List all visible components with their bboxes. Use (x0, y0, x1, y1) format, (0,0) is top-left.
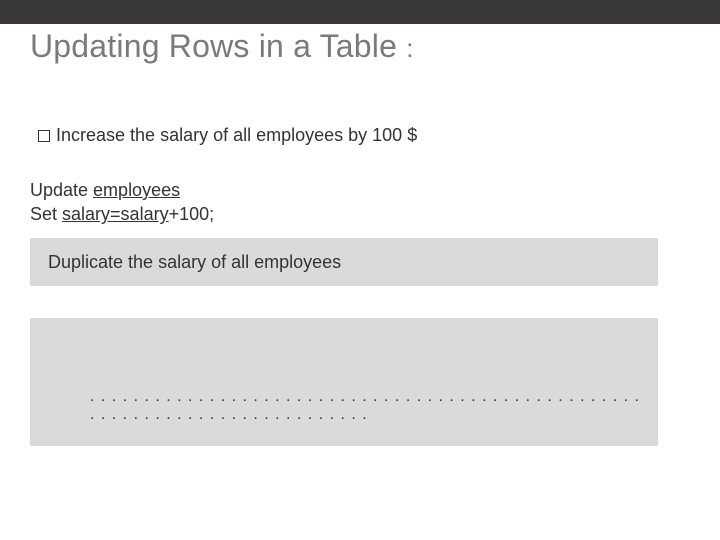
sql-keyword-update: Update (30, 180, 93, 200)
title-text: Updating Rows in a Table (30, 28, 397, 64)
slide-title: Updating Rows in a Table : (30, 28, 414, 65)
sql-keyword-set: Set (30, 204, 62, 224)
sql-suffix: +100; (169, 204, 215, 224)
bullet-text: Increase the salary of all employees by … (56, 125, 417, 145)
title-colon: : (406, 33, 413, 63)
sql-line-2: Set salary=salary+100; (30, 202, 214, 226)
sql-expression: salary=salary (62, 204, 169, 224)
prompt-box-1: Duplicate the salary of all employees (30, 238, 658, 286)
prompt-text: Duplicate the salary of all employees (48, 252, 341, 273)
bullet-line: Increase the salary of all employees by … (38, 125, 417, 146)
answer-box: . . . . . . . . . . . . . . . . . . . . … (30, 318, 658, 446)
sql-code: Update employees Set salary=salary+100; (30, 178, 214, 227)
sql-table-name: employees (93, 180, 180, 200)
checkbox-icon (38, 130, 50, 142)
top-bar (0, 0, 720, 24)
slide: Updating Rows in a Table : Increase the … (0, 0, 720, 540)
sql-line-1: Update employees (30, 178, 214, 202)
dotted-line: . . . . . . . . . . . . . . . . . . . . … (48, 388, 640, 424)
